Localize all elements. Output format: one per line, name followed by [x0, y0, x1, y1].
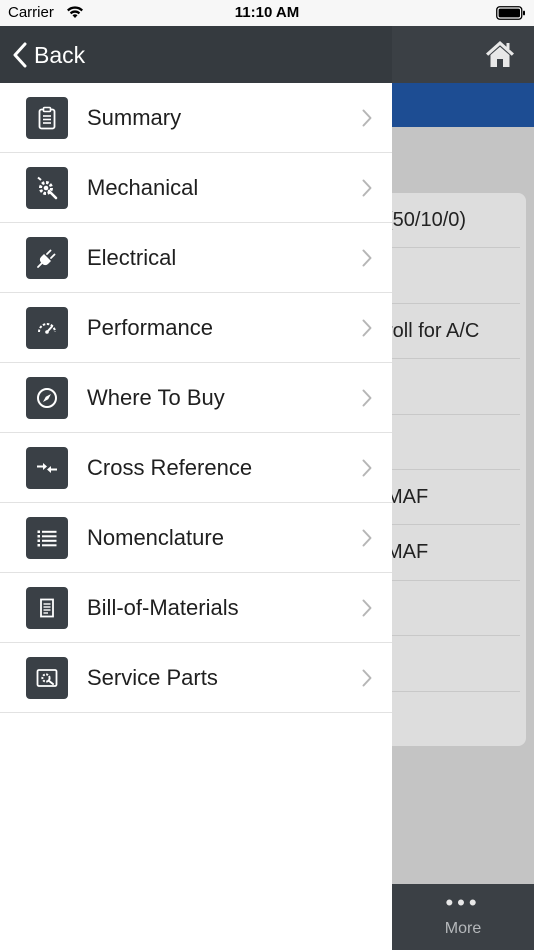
arrows-exchange-icon	[26, 446, 68, 489]
plug-icon	[26, 236, 68, 279]
home-icon[interactable]	[484, 38, 516, 70]
chevron-right-icon	[362, 529, 372, 547]
menu-item-label: Service Parts	[87, 664, 218, 690]
chevron-right-icon	[362, 599, 372, 617]
menu-item-label: Summary	[87, 104, 182, 130]
menu-item-label: Nomenclature	[87, 524, 224, 550]
chevron-right-icon	[362, 459, 372, 477]
document-icon	[26, 586, 68, 629]
chevron-left-icon	[13, 42, 27, 68]
drawer-header: Back	[0, 26, 392, 83]
chevron-right-icon	[362, 389, 372, 407]
menu-item-electrical[interactable]: Electrical	[0, 223, 392, 293]
side-drawer: Back Summary Mechanical Electrical Perfo…	[0, 26, 392, 950]
service-parts-icon	[26, 656, 68, 699]
menu-item-summary[interactable]: Summary	[0, 83, 392, 153]
menu-item-service-parts[interactable]: Service Parts	[0, 643, 392, 713]
back-button[interactable]: Back	[12, 38, 85, 72]
menu-item-where-to-buy[interactable]: Where To Buy	[0, 363, 392, 433]
menu-item-label: Performance	[87, 314, 213, 340]
menu-item-mechanical[interactable]: Mechanical	[0, 153, 392, 223]
clipboard-icon	[26, 96, 68, 139]
list-icon	[26, 516, 68, 559]
compass-icon	[26, 376, 68, 419]
chevron-right-icon	[362, 179, 372, 197]
chevron-right-icon	[362, 109, 372, 127]
back-label: Back	[34, 41, 86, 68]
more-tab-label: More	[444, 920, 482, 937]
chevron-right-icon	[362, 249, 372, 267]
menu-item-nomenclature[interactable]: Nomenclature	[0, 503, 392, 573]
status-bar: Carrier 11:10 AM	[0, 0, 534, 26]
more-dots-icon: •••	[445, 890, 481, 915]
menu-item-bill-of-materials[interactable]: Bill-of-Materials	[0, 573, 392, 643]
menu-item-label: Where To Buy	[87, 384, 225, 410]
chevron-right-icon	[362, 319, 372, 337]
gauge-icon	[26, 306, 68, 349]
menu-item-label: Electrical	[87, 244, 177, 270]
menu-item-performance[interactable]: Performance	[0, 293, 392, 363]
chevron-right-icon	[362, 669, 372, 687]
battery-icon	[496, 6, 525, 20]
menu-item-cross-reference[interactable]: Cross Reference	[0, 433, 392, 503]
status-time: 11:10 AM	[234, 4, 300, 21]
menu-item-label: Mechanical	[87, 174, 199, 200]
menu-item-label: Bill-of-Materials	[87, 594, 239, 620]
more-tab[interactable]: ••• More	[392, 884, 534, 950]
gear-wrench-icon	[26, 166, 68, 209]
menu-list: Summary Mechanical Electrical Performanc…	[0, 83, 392, 713]
menu-item-label: Cross Reference	[87, 454, 253, 480]
